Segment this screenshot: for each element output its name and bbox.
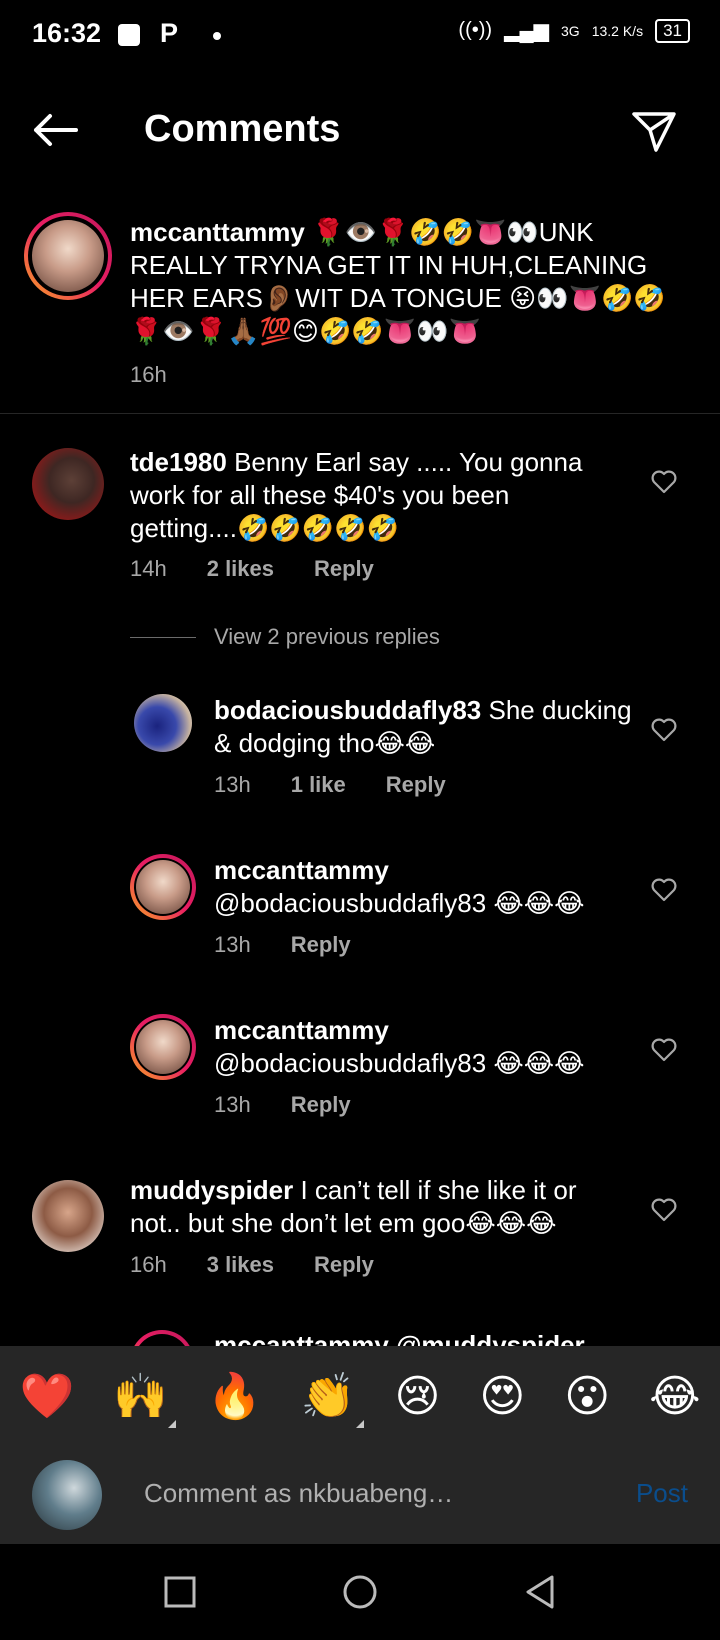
home-icon[interactable]: [342, 1574, 378, 1610]
emoji-wow-button[interactable]: 😮: [564, 1371, 610, 1422]
username[interactable]: tde1980: [130, 447, 227, 477]
comment-text: @bodaciousbuddafly83 😂😂😂: [214, 888, 585, 918]
reply-button[interactable]: Reply: [291, 1092, 351, 1118]
comment-text: @bodaciousbuddafly83 😂😂😂: [214, 1048, 585, 1078]
avatar[interactable]: [130, 1014, 196, 1080]
heart-icon[interactable]: [650, 468, 678, 494]
avatar[interactable]: [32, 448, 104, 520]
reply-button[interactable]: Reply: [314, 556, 374, 582]
hotspot-icon: ((•)): [458, 19, 493, 41]
comment-input[interactable]: Comment as nkbuabeng…: [144, 1478, 453, 1509]
avatar[interactable]: [130, 1330, 194, 1346]
comment-input-row: Comment as nkbuabeng… Post: [0, 1446, 720, 1544]
app-letter-icon: P: [160, 18, 179, 48]
back-nav-icon[interactable]: [524, 1574, 556, 1610]
reply-button[interactable]: Reply: [291, 932, 351, 958]
signal-icon: ▂▄▆: [504, 20, 550, 42]
page-title: Comments: [144, 108, 341, 150]
avatar[interactable]: [130, 854, 196, 920]
comment-time: 13h: [214, 772, 251, 797]
emoji-heart-button[interactable]: ❤️: [19, 1370, 74, 1422]
emoji-heart-eyes-button[interactable]: 😍: [479, 1371, 525, 1422]
reply-button[interactable]: Reply: [386, 772, 446, 798]
comment-time: 16h: [130, 1252, 167, 1277]
emoji-cry-button[interactable]: 😢: [395, 1371, 441, 1422]
post-button[interactable]: Post: [636, 1478, 688, 1509]
status-bar: 16:32 P ((•)) ▂▄▆ 3G 13.2 K/s 31: [0, 0, 720, 72]
emoji-raised-hands-button[interactable]: 🙌: [113, 1370, 176, 1428]
avatar[interactable]: [32, 1180, 104, 1252]
heart-icon[interactable]: [650, 716, 678, 742]
username[interactable]: mccanttammy: [214, 854, 634, 887]
likes-count[interactable]: 3 likes: [207, 1252, 274, 1278]
username[interactable]: mccanttammy: [130, 217, 305, 247]
emoji-laugh-button[interactable]: 😂: [649, 1371, 700, 1422]
status-right: ((•)) ▂▄▆ 3G 13.2 K/s 31: [458, 18, 690, 43]
emoji-fire-button[interactable]: 🔥: [207, 1370, 262, 1422]
username[interactable]: muddyspider: [130, 1175, 293, 1205]
emoji-quick-bar: ❤️ 🙌 🔥 👏 😢 😍 😮 😂: [0, 1346, 720, 1446]
avatar: [32, 1460, 102, 1530]
reply-button[interactable]: Reply: [314, 1252, 374, 1278]
comment-time: 16h: [130, 362, 167, 387]
network-type: 3G: [561, 22, 580, 39]
likes-count[interactable]: 2 likes: [207, 556, 274, 582]
back-arrow-icon[interactable]: [30, 110, 80, 150]
net-speed: 13.2 K/s: [591, 22, 644, 39]
username[interactable]: mccanttammy: [214, 1014, 634, 1047]
battery-icon: 31: [655, 18, 690, 43]
view-previous-label[interactable]: View 2 previous replies: [214, 624, 440, 650]
recents-icon[interactable]: [164, 1576, 196, 1608]
likes-count[interactable]: 1 like: [291, 772, 346, 798]
comment-time: 14h: [130, 556, 167, 581]
heart-icon[interactable]: [650, 876, 678, 902]
divider: [0, 413, 720, 414]
heart-icon[interactable]: [650, 1196, 678, 1222]
emoji-clap-button[interactable]: 👏: [301, 1370, 364, 1428]
status-time: 16:32: [32, 18, 102, 48]
avatar[interactable]: [134, 694, 192, 752]
username[interactable]: bodaciousbuddafly83: [214, 695, 481, 725]
dot-icon: [213, 32, 221, 40]
avatar[interactable]: [24, 212, 112, 300]
system-nav-bar: [0, 1544, 720, 1640]
comment-time: 13h: [214, 1092, 251, 1117]
share-send-icon[interactable]: [630, 108, 678, 154]
heart-icon[interactable]: [650, 1036, 678, 1062]
notification-icon: [118, 24, 140, 46]
divider-line: [130, 636, 196, 638]
comment-time: 13h: [214, 932, 251, 957]
view-previous-replies[interactable]: View 2 previous replies: [130, 624, 440, 650]
partial-comment: mccanttammy @muddyspider: [214, 1330, 585, 1346]
